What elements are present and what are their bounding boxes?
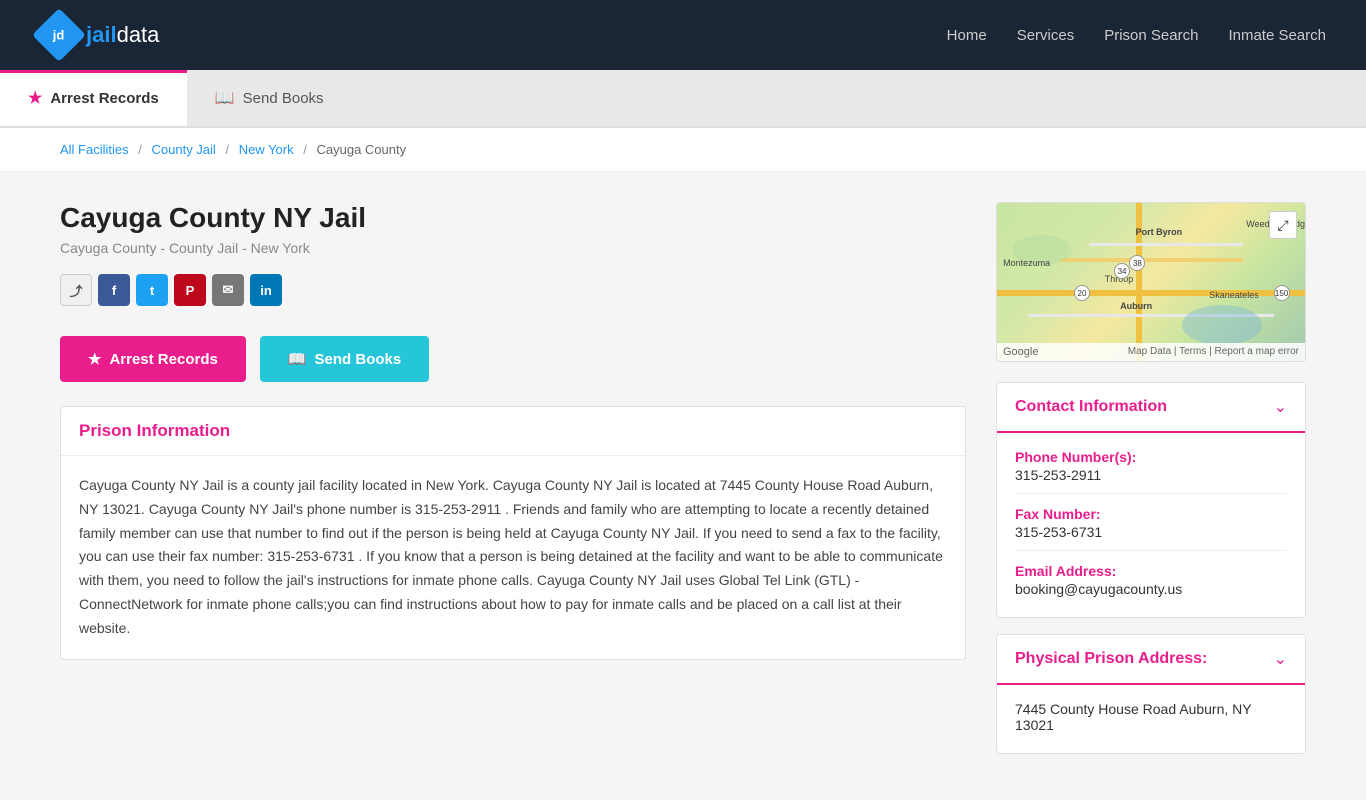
phone-label: Phone Number(s):	[1015, 449, 1287, 465]
subnav-bar: ★ Arrest Records 📖 Send Books	[0, 70, 1366, 128]
address-chevron[interactable]: ⌄	[1274, 649, 1287, 669]
facility-title: Cayuga County NY Jail	[60, 202, 966, 234]
header: jd jaildata Home Services Prison Search …	[0, 0, 1366, 70]
map-bg: Port Byron Weedsport Elbridge Montezuma …	[997, 203, 1305, 361]
logo[interactable]: jd jaildata	[40, 16, 159, 54]
book-icon: 📖	[215, 88, 235, 108]
phone-value: 315-253-2911	[1015, 467, 1287, 483]
contact-chevron[interactable]: ⌄	[1274, 397, 1287, 417]
book-icon-btn: 📖	[288, 350, 307, 368]
contact-card-header: Contact Information ⌄	[997, 383, 1305, 433]
map-footer: Google Map Data | Terms | Report a map e…	[997, 343, 1305, 361]
subnav-send-books[interactable]: 📖 Send Books	[187, 70, 352, 126]
map-terms-label: Terms	[1179, 346, 1206, 357]
email-button[interactable]: ✉	[212, 274, 244, 306]
google-logo: Google	[1003, 346, 1038, 358]
star-icon-btn: ★	[88, 350, 101, 368]
nav-inmate-search[interactable]: Inmate Search	[1228, 27, 1326, 44]
pinterest-button[interactable]: P	[174, 274, 206, 306]
main-nav: Home Services Prison Search Inmate Searc…	[947, 27, 1326, 44]
share-button[interactable]: ⤴	[60, 274, 92, 306]
star-icon: ★	[28, 88, 42, 108]
breadcrumb-county-jail[interactable]: County Jail	[152, 142, 216, 157]
contact-card-body: Phone Number(s): 315-253-2911 Fax Number…	[997, 433, 1305, 617]
nav-home[interactable]: Home	[947, 27, 987, 44]
linkedin-button[interactable]: in	[250, 274, 282, 306]
action-buttons: ★ Arrest Records 📖 Send Books	[60, 336, 966, 382]
address-card: Physical Prison Address: ⌄ 7445 County H…	[996, 634, 1306, 754]
breadcrumb-new-york[interactable]: New York	[239, 142, 294, 157]
sidebar: Port Byron Weedsport Elbridge Montezuma …	[996, 202, 1306, 770]
logo-icon: jd	[32, 8, 86, 62]
facility-subtitle: Cayuga County - County Jail - New York	[60, 240, 966, 256]
address-value: 7445 County House Road Auburn, NY 13021	[1015, 701, 1287, 733]
breadcrumb: All Facilities / County Jail / New York …	[0, 128, 1366, 172]
fax-label: Fax Number:	[1015, 506, 1287, 522]
breadcrumb-current: Cayuga County	[316, 142, 406, 157]
facebook-button[interactable]: f	[98, 274, 130, 306]
address-card-body: 7445 County House Road Auburn, NY 13021	[997, 685, 1305, 753]
email-value: booking@cayugacounty.us	[1015, 581, 1287, 597]
email-label: Email Address:	[1015, 563, 1287, 579]
prison-info-body: Cayuga County NY Jail is a county jail f…	[61, 456, 965, 659]
logo-text: jaildata	[86, 22, 159, 48]
address-card-header: Physical Prison Address: ⌄	[997, 635, 1305, 685]
fax-value: 315-253-6731	[1015, 524, 1287, 540]
breadcrumb-all-facilities[interactable]: All Facilities	[60, 142, 129, 157]
contact-card: Contact Information ⌄ Phone Number(s): 3…	[996, 382, 1306, 618]
twitter-button[interactable]: t	[136, 274, 168, 306]
arrest-records-button[interactable]: ★ Arrest Records	[60, 336, 246, 382]
map-container: Port Byron Weedsport Elbridge Montezuma …	[996, 202, 1306, 362]
main-content: Cayuga County NY Jail Cayuga County - Co…	[0, 172, 1366, 800]
prison-info-card: Prison Information Cayuga County NY Jail…	[60, 406, 966, 660]
nav-services[interactable]: Services	[1017, 27, 1075, 44]
map-data-label: Map Data	[1128, 346, 1171, 357]
send-books-button[interactable]: 📖 Send Books	[260, 336, 429, 382]
nav-prison-search[interactable]: Prison Search	[1104, 27, 1198, 44]
subnav-arrest-records[interactable]: ★ Arrest Records	[0, 70, 187, 126]
content-area: Cayuga County NY Jail Cayuga County - Co…	[60, 202, 966, 770]
prison-info-header: Prison Information	[61, 407, 965, 456]
map-report-label: Report a map error	[1215, 346, 1299, 357]
map-expand-button[interactable]: ⤢	[1269, 211, 1297, 239]
social-row: ⤴ f t P ✉ in	[60, 274, 966, 306]
